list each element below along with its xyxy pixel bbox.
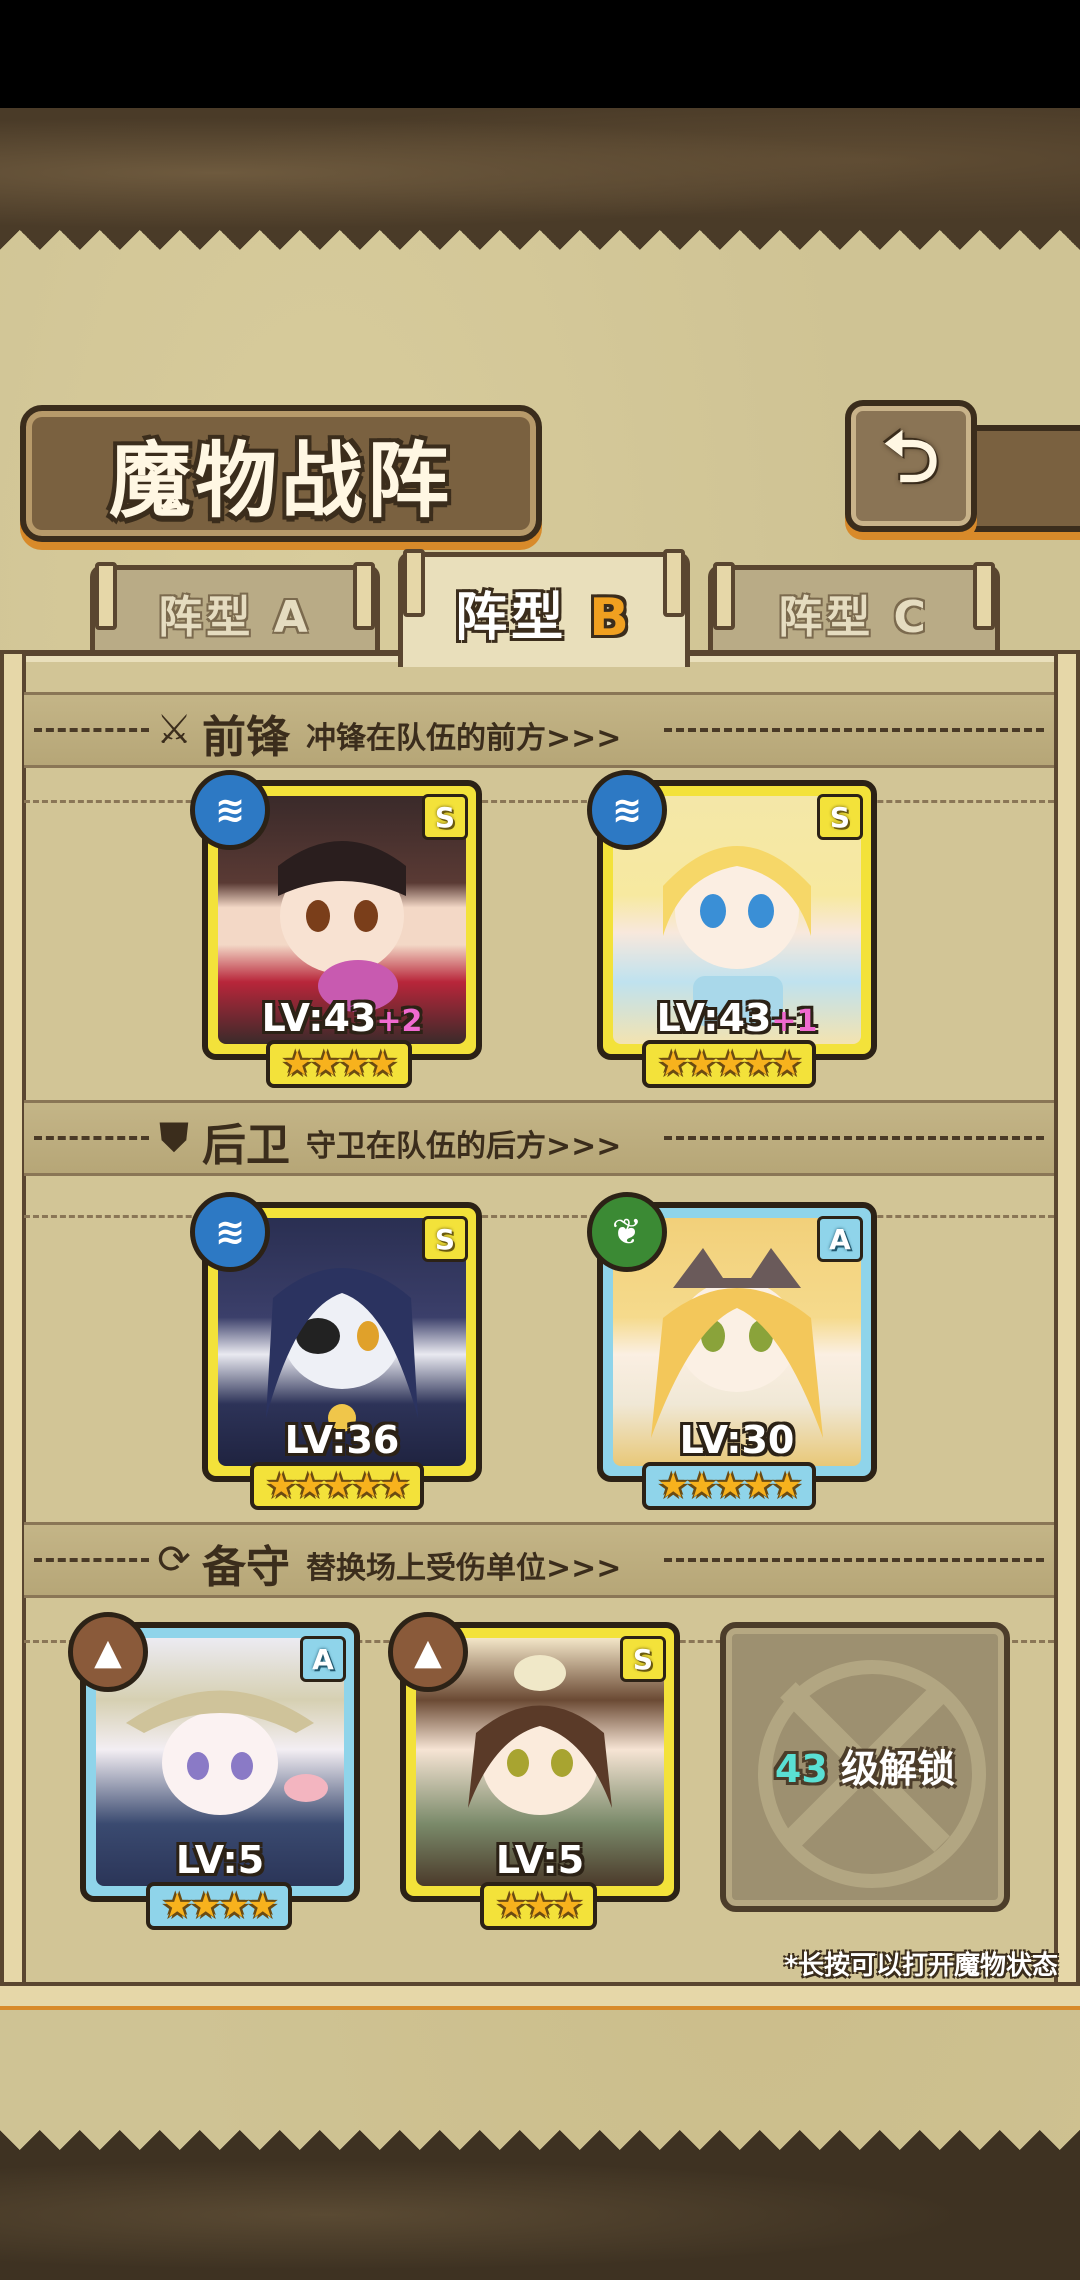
shield-icon: ⛊ — [159, 1115, 189, 1161]
rank-badge: S — [422, 794, 468, 840]
lane-divider — [24, 800, 1054, 811]
rank-badge: A — [300, 1636, 346, 1682]
star-rating: ★★★★★ — [642, 1462, 817, 1510]
back-button[interactable]: ⮌ — [845, 400, 977, 532]
unit-level: LV:36 — [284, 1418, 400, 1462]
tab-label-prefix: 阵型 — [455, 587, 568, 648]
section-description: 冲锋在队伍的前方>>> — [306, 721, 622, 756]
unit-level: LV:5 — [495, 1838, 585, 1882]
star-rating: ★★★★ — [266, 1040, 412, 1088]
long-press-hint: *长按可以打开魔物状态 — [784, 1951, 1058, 1981]
tab-formation-a[interactable]: 阵型 A — [90, 562, 380, 655]
rank-badge: S — [817, 794, 863, 840]
section-header-reserve: ⟳ 备守 替换场上受伤单位>>> — [24, 1522, 1054, 1598]
star-rating: ★★★★ — [146, 1882, 292, 1930]
unit-level: LV:43+2 — [261, 996, 423, 1040]
water-element-icon: ≋ — [190, 1192, 270, 1272]
locked-slot[interactable]: 43 级解锁 — [720, 1622, 1010, 1912]
tab-label-letter: C — [893, 591, 930, 643]
tab-label-prefix: 阵型 — [778, 591, 875, 643]
wind-element-icon: ❦ — [587, 1192, 667, 1272]
earth-element-icon: ▲ — [388, 1612, 468, 1692]
board-rail-right — [1054, 650, 1080, 1990]
unit-level: LV:30 — [679, 1418, 795, 1462]
tab-formation-c[interactable]: 阵型 C — [708, 562, 1000, 655]
board-bottom-rail — [0, 1982, 1080, 2010]
map-background-bottom — [0, 2150, 1080, 2280]
unit-level: LV:5 — [175, 1838, 265, 1882]
lane-divider — [24, 1215, 1054, 1226]
page-title: 魔物战阵 — [108, 433, 453, 529]
back-button-tail — [960, 425, 1080, 532]
water-element-icon: ≋ — [190, 770, 270, 850]
title-plate: 魔物战阵 — [20, 405, 542, 542]
section-title: 后卫 — [202, 1120, 290, 1171]
section-title: 备守 — [202, 1542, 290, 1593]
section-header-front: ⚔ 前锋 冲锋在队伍的前方>>> — [24, 692, 1054, 768]
rank-badge: A — [817, 1216, 863, 1262]
level-bonus: +1 — [771, 1004, 818, 1039]
rank-badge: S — [620, 1636, 666, 1682]
water-element-icon: ≋ — [587, 770, 667, 850]
rank-badge: S — [422, 1216, 468, 1262]
section-description: 守卫在队伍的后方>>> — [306, 1129, 622, 1164]
parchment-edge-bottom — [0, 2110, 1080, 2150]
tab-formation-b[interactable]: 阵型 B — [398, 549, 690, 667]
return-arrow-icon: ⮌ — [882, 415, 940, 498]
section-description: 替换场上受伤单位>>> — [306, 1551, 622, 1586]
star-rating: ★★★★★ — [642, 1040, 817, 1088]
star-rating: ★★★★★ — [250, 1462, 425, 1510]
level-bonus: +2 — [376, 1004, 423, 1039]
section-title: 前锋 — [202, 712, 290, 763]
map-background-top — [0, 108, 1080, 238]
tab-label-letter: B — [589, 587, 633, 648]
tab-label-letter: A — [273, 591, 312, 643]
unlock-requirement: 43 级解锁 — [774, 1747, 956, 1791]
star-rating: ★★★ — [480, 1882, 598, 1930]
sword-icon: ⚔ — [156, 707, 192, 753]
status-bar — [0, 0, 1080, 108]
unit-level: LV:43+1 — [656, 996, 818, 1040]
earth-element-icon: ▲ — [68, 1612, 148, 1692]
section-header-back: ⛊ 后卫 守卫在队伍的后方>>> — [24, 1100, 1054, 1176]
tab-label-prefix: 阵型 — [158, 591, 255, 643]
parchment-edge-top — [0, 230, 1080, 270]
board-rail-left — [0, 650, 26, 1990]
swap-icon: ⟳ — [157, 1537, 191, 1583]
